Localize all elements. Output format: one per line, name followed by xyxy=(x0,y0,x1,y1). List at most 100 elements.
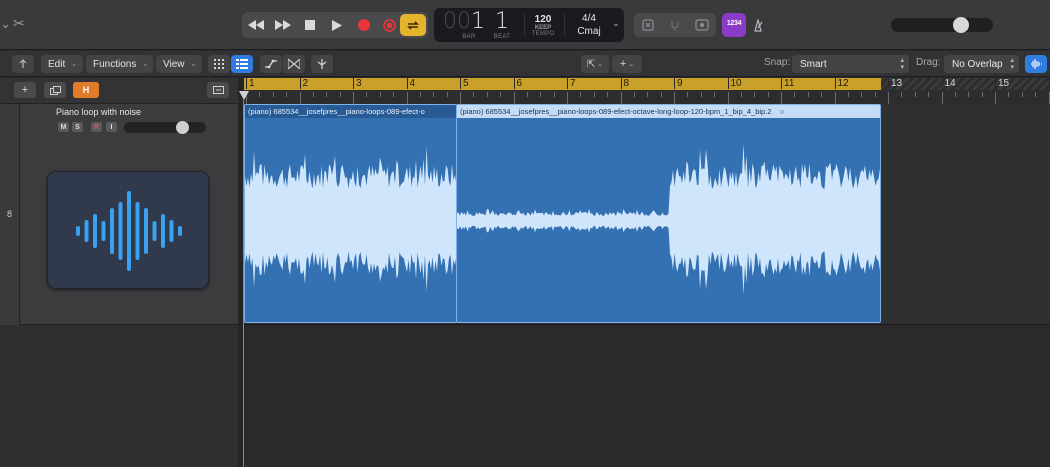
bar-number: 5 xyxy=(460,78,469,89)
bar-number: 7 xyxy=(567,78,576,89)
waveform-bar xyxy=(110,208,114,254)
back-button[interactable] xyxy=(12,55,34,73)
waveform-bar xyxy=(144,208,148,254)
hide-tracks-button[interactable]: H xyxy=(73,82,99,98)
ruler-tick xyxy=(767,92,769,97)
ruler-tick xyxy=(353,92,354,104)
ruler-tick xyxy=(941,92,943,104)
lcd-signature-key: 4/4 Cmaj xyxy=(568,8,610,42)
ruler-tick xyxy=(968,92,970,97)
ruler-tick xyxy=(847,92,849,97)
plus-icon: + xyxy=(21,84,29,96)
catch-playhead-button[interactable] xyxy=(311,55,333,73)
track-number-column: 8 xyxy=(0,104,20,325)
track-header[interactable]: Piano loop with noise M S R I xyxy=(20,104,238,325)
lcd-beat: 1 BEAT xyxy=(488,8,516,42)
duplicate-track-button[interactable] xyxy=(44,82,66,98)
command-click-tool-menu[interactable]: + ⌄ xyxy=(612,55,642,73)
track-alternatives-button[interactable] xyxy=(207,82,229,98)
project-end-area xyxy=(881,78,1050,90)
ruler-tick xyxy=(259,92,261,97)
master-volume-slider[interactable] xyxy=(891,17,993,33)
lcd-chevron-down-icon[interactable]: ⌄ xyxy=(612,18,620,29)
waveform-bar xyxy=(93,214,97,248)
functions-menu-label: Functions xyxy=(93,58,137,70)
replace-record-button[interactable] xyxy=(376,12,403,38)
view-menu[interactable]: View ⌄ xyxy=(156,55,202,73)
ruler-tick xyxy=(1021,92,1023,97)
automation-button[interactable] xyxy=(260,55,282,73)
bar-number: 6 xyxy=(513,78,522,89)
region-title-text: (piano) 685534__josefpres__piano-loops-0… xyxy=(460,107,772,116)
lcd-bar-dim: 00 xyxy=(443,8,471,34)
chevron-down-icon: ⌄ xyxy=(597,61,604,68)
ruler-tick xyxy=(460,92,461,104)
automation-icon xyxy=(265,59,277,69)
ruler-tick xyxy=(393,92,395,97)
drag-select[interactable]: No Overlap ▴ ▾ xyxy=(944,55,1019,73)
region-title: (piano) 685534__josefpres__piano-loops-0… xyxy=(457,105,880,118)
metronome-button[interactable] xyxy=(748,13,768,37)
audio-region[interactable]: (piano) 685534__josefpres__piano-loops-0… xyxy=(244,104,457,323)
flex-button[interactable] xyxy=(283,55,305,73)
tracks-view-button[interactable] xyxy=(231,55,253,73)
tuner-button[interactable] xyxy=(661,13,688,37)
record-button[interactable] xyxy=(350,12,377,38)
scissors-icon[interactable]: ✂ xyxy=(13,15,25,32)
bar-number: 9 xyxy=(674,78,683,89)
add-track-button[interactable]: + xyxy=(14,82,36,98)
logic-pro-window: ⌄ ✂ 001 BAR 1 BEAT 120 KEEP TEMPO 4/4 Cm… xyxy=(0,0,1050,467)
ruler-tick xyxy=(1008,92,1010,97)
ruler-tick xyxy=(834,92,836,104)
cycle-button[interactable] xyxy=(400,14,426,36)
mute-button[interactable]: M xyxy=(58,122,69,132)
control-bar: ⌄ ✂ 001 BAR 1 BEAT 120 KEEP TEMPO 4/4 Cm… xyxy=(0,0,1050,50)
input-monitor-button[interactable]: I xyxy=(106,122,117,132)
lcd-separator xyxy=(564,14,565,36)
solo-button[interactable]: S xyxy=(72,122,83,132)
track-volume-knob[interactable] xyxy=(176,121,189,134)
count-in-button[interactable]: 1234 xyxy=(722,13,746,37)
low-latency-button[interactable] xyxy=(634,13,661,37)
fast-forward-button[interactable] xyxy=(269,12,296,38)
waveform-shape xyxy=(457,144,880,295)
crosshair-tool-icon: + xyxy=(619,58,627,70)
rewind-button[interactable] xyxy=(242,12,269,38)
waveform-zoom-button[interactable] xyxy=(1025,55,1047,73)
ruler-tick xyxy=(299,92,301,104)
stop-button[interactable] xyxy=(296,12,323,38)
tracks-list-icon xyxy=(236,59,248,69)
bar-ruler[interactable]: 12345678910111213141516 xyxy=(244,78,1050,104)
edit-menu[interactable]: Edit ⌄ xyxy=(41,55,83,73)
track-name[interactable]: Piano loop with noise xyxy=(56,107,141,117)
arrange-area[interactable]: (piano) 685534__josefpres__piano-loops-0… xyxy=(244,104,1050,467)
drag-label: Drag: xyxy=(916,57,941,68)
snap-select[interactable]: Smart ▴ ▾ xyxy=(792,55,909,73)
master-volume-knob[interactable] xyxy=(953,17,969,33)
play-button[interactable] xyxy=(323,12,350,38)
left-click-tool-menu[interactable]: ⇱ ⌄ xyxy=(581,55,609,73)
tracks-toolbar: Edit⌄ Functions⌄ View⌄ ⇱⌄ +⌄ Snap: xyxy=(0,51,1050,77)
audio-region-selected[interactable]: (piano) 685534__josefpres__piano-loops-0… xyxy=(456,104,881,323)
bar-number: 1 xyxy=(246,78,255,89)
catch-icon xyxy=(317,59,327,69)
low-latency-icon xyxy=(641,19,654,31)
lcd-display[interactable]: 001 BAR 1 BEAT 120 KEEP TEMPO 4/4 Cmaj ⌄ xyxy=(434,8,624,42)
solo-mode-button[interactable] xyxy=(688,13,715,37)
track-volume-slider[interactable] xyxy=(124,121,206,134)
lcd-tempo-value: 120 xyxy=(534,13,552,25)
global-track-header: + H xyxy=(0,78,238,104)
transport-controls xyxy=(242,12,428,38)
partial-left-icon: ⌄ xyxy=(0,16,11,31)
functions-menu[interactable]: Functions ⌄ xyxy=(86,55,153,73)
grid-view-button[interactable] xyxy=(208,55,230,73)
record-enable-button[interactable]: R xyxy=(91,122,102,132)
ruler-tick xyxy=(727,92,729,104)
waveform-bar xyxy=(178,226,182,236)
playhead-handle[interactable] xyxy=(239,91,249,100)
waveform-bar xyxy=(84,220,89,242)
lcd-separator xyxy=(524,14,525,36)
ruler-tick xyxy=(1048,92,1050,104)
track-icon[interactable] xyxy=(47,171,209,289)
bar-number: 2 xyxy=(299,78,308,89)
